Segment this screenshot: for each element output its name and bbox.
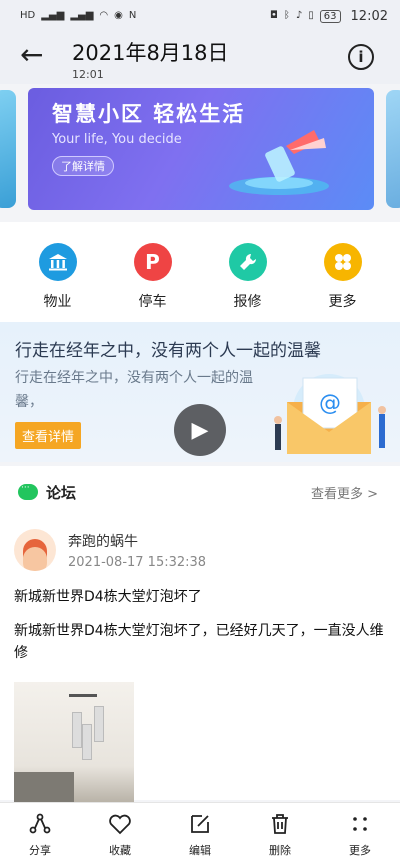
post-body[interactable]: 新城新世界D4栋大堂灯泡坏了，已经好几天了，一直没人维修 [0, 620, 400, 664]
forum-title-wrap: 论坛 [18, 482, 76, 503]
share-label: 分享 [29, 843, 51, 857]
status-left: HD ▂▄▆ ▂▄▆ ◠ ◉ N [20, 10, 136, 22]
title-block: 2021年8月18日 12:01 [72, 40, 229, 81]
trash-icon [268, 812, 292, 840]
title-bar: ← 2021年8月18日 12:01 i [0, 32, 400, 84]
chat-icon [18, 483, 38, 500]
edit-button[interactable]: 编辑 [170, 812, 230, 858]
status-bar: HD ▂▄▆ ▂▄▆ ◠ ◉ N ◘ ᛒ ♪ ▯ 63 12:02 [0, 0, 400, 32]
vibrate-icon: ▯ [308, 10, 314, 21]
mute-icon: ♪ [295, 10, 303, 21]
service-property[interactable]: 物业 [18, 243, 98, 311]
service-label: 停车 [138, 294, 167, 310]
info-icon[interactable]: i [348, 44, 374, 70]
bottom-action-bar: 分享 收藏 编辑 删除 更多 [0, 802, 400, 866]
forum-section: 论坛 查看更多 > 奔跑的蜗牛 2021-08-17 15:32:38 新城新世… [0, 466, 400, 802]
service-grid: 物业 P 停车 报修 更多 [0, 222, 400, 322]
forum-title: 论坛 [46, 483, 77, 502]
delete-label: 删除 [269, 843, 291, 857]
camera-icon: ◘ [269, 10, 278, 21]
post-title[interactable]: 新城新世界D4栋大堂灯泡坏了 [0, 586, 400, 606]
banner-next-slide[interactable] [386, 90, 400, 208]
post-image[interactable] [14, 682, 134, 802]
clover-icon [323, 243, 362, 281]
page-title: 2021年8月18日 [72, 41, 229, 65]
eye-icon: ◉ [114, 10, 123, 21]
avatar[interactable] [14, 529, 56, 571]
banner-title: 智慧小区 轻松生活 [52, 102, 246, 126]
clock: 12:02 [350, 8, 388, 24]
signal-icon: ▂▄▆ [41, 10, 65, 21]
promo-card[interactable]: 行走在经年之中，没有两个人一起的温馨 行走在经年之中，没有两个人一起的温馨， 查… [0, 322, 400, 462]
play-icon[interactable]: ▶ [174, 404, 226, 456]
service-label: 物业 [43, 294, 72, 310]
more-icon [348, 812, 372, 840]
banner-learn-more-button[interactable]: 了解详情 [52, 156, 114, 176]
forum-view-more-link[interactable]: 查看更多 > [311, 483, 378, 502]
banner-prev-slide[interactable] [0, 90, 16, 208]
promo-view-details-button[interactable]: 查看详情 [15, 422, 82, 449]
service-parking[interactable]: P 停车 [113, 243, 193, 311]
banner-subtitle: Your life, You decide [52, 132, 182, 147]
post-meta: 奔跑的蜗牛 2021-08-17 15:32:38 [68, 531, 206, 570]
service-repair[interactable]: 报修 [208, 243, 288, 311]
banner-carousel[interactable]: 智慧小区 轻松生活 Your life, You decide 了解详情 [0, 84, 400, 222]
forum-header: 论坛 查看更多 > [0, 466, 400, 518]
service-more[interactable]: 更多 [303, 243, 383, 311]
wrench-icon [228, 243, 267, 281]
banner-illustration [229, 130, 329, 195]
building-icon [38, 243, 77, 281]
share-icon [28, 812, 52, 840]
email-illustration: @ [274, 374, 386, 454]
svg-text:@: @ [319, 391, 341, 416]
edit-label: 编辑 [189, 843, 211, 857]
heart-icon [108, 812, 132, 840]
more-button[interactable]: 更多 [330, 812, 390, 858]
post-author-name: 奔跑的蜗牛 [68, 533, 138, 550]
back-arrow-icon[interactable]: ← [20, 41, 56, 69]
post-timestamp: 2021-08-17 15:32:38 [68, 554, 207, 570]
battery-indicator: 63 [319, 9, 341, 23]
nfc-icon: N [128, 10, 137, 21]
favorite-button[interactable]: 收藏 [90, 812, 150, 858]
service-label: 报修 [233, 294, 262, 310]
parking-icon: P [133, 243, 172, 281]
status-right: ◘ ᛒ ♪ ▯ 63 12:02 [270, 9, 388, 24]
edit-icon [188, 812, 212, 840]
signal-icon: ▂▄▆ [70, 10, 94, 21]
promo-title: 行走在经年之中，没有两个人一起的温馨 [15, 341, 321, 361]
bluetooth-icon: ᛒ [283, 10, 290, 21]
share-button[interactable]: 分享 [10, 812, 70, 858]
page-subtitle: 12:01 [72, 68, 104, 81]
more-label: 更多 [349, 843, 371, 857]
promo-text: 行走在经年之中，没有两个人一起的温馨， [15, 370, 253, 410]
delete-button[interactable]: 删除 [250, 812, 310, 858]
service-label: 更多 [328, 294, 357, 310]
banner-slide[interactable]: 智慧小区 轻松生活 Your life, You decide 了解详情 [28, 88, 374, 210]
hd-indicator: HD [20, 10, 36, 21]
post-author[interactable]: 奔跑的蜗牛 2021-08-17 15:32:38 [0, 518, 400, 582]
wifi-icon: ◠ [99, 10, 109, 21]
favorite-label: 收藏 [109, 843, 131, 857]
